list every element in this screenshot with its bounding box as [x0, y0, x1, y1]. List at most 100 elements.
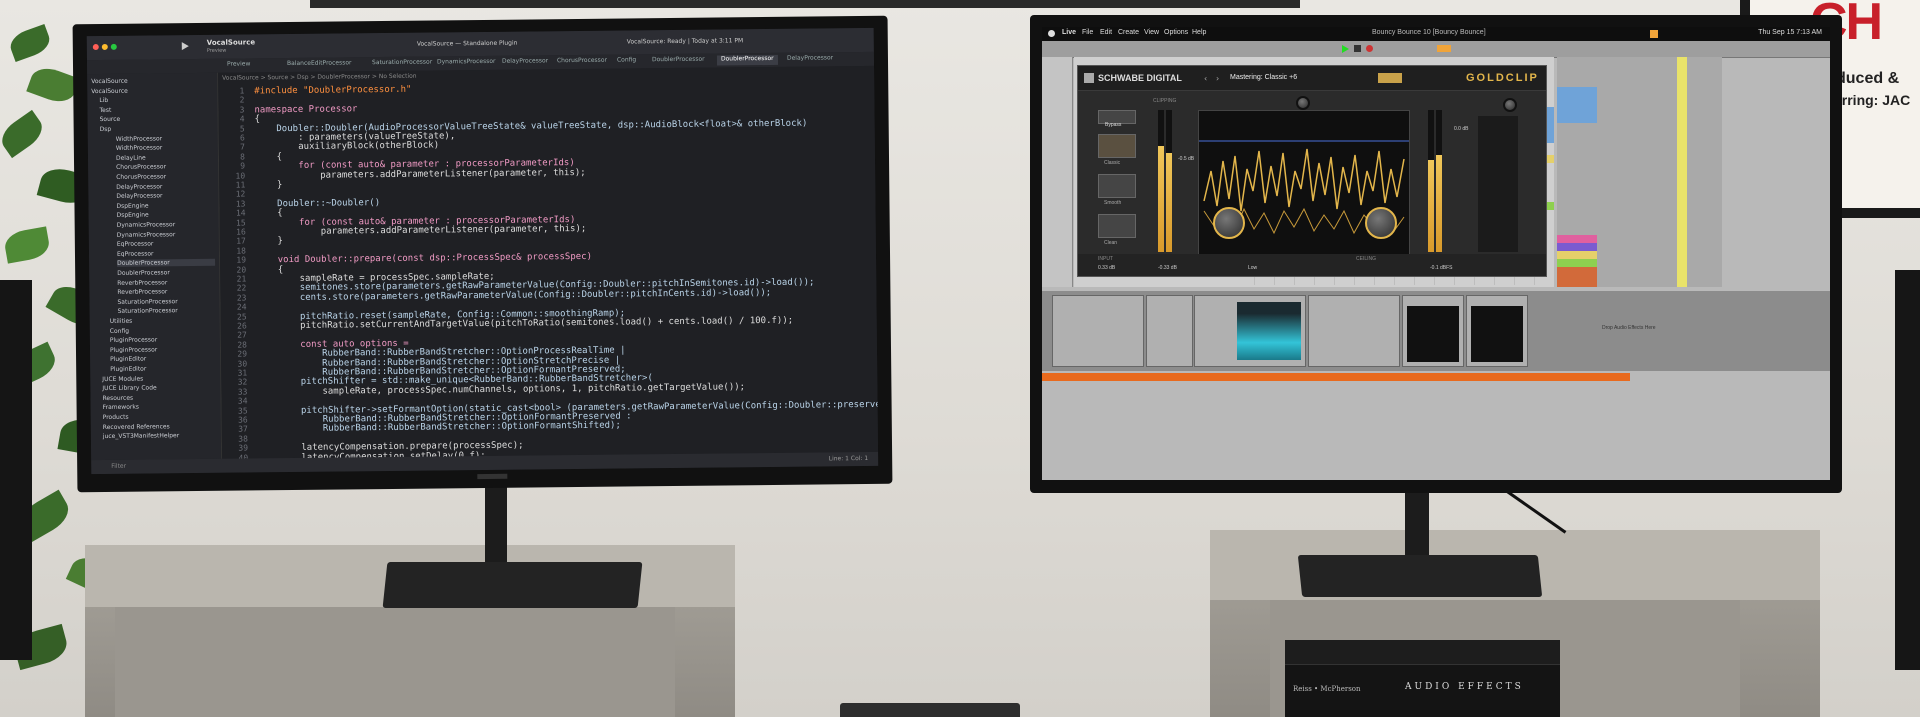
device-scope-1[interactable]: [1402, 295, 1464, 367]
stop-button[interactable]: [1354, 45, 1361, 52]
navigator-filter[interactable]: Filter: [111, 463, 126, 470]
navigator-item[interactable]: DelayLine: [116, 154, 214, 161]
breadcrumb[interactable]: VocalSource > Source > Dsp > DoublerProc…: [222, 73, 417, 82]
navigator-item[interactable]: Source: [100, 115, 214, 123]
ab-compare-toggle[interactable]: [1378, 73, 1402, 83]
navigator-item[interactable]: SaturationProcessor: [118, 307, 216, 316]
zoom-icon[interactable]: [110, 43, 117, 50]
tab-dynamics[interactable]: DynamicsProcessor: [437, 58, 496, 69]
minimize-icon[interactable]: [101, 43, 108, 50]
navigator-item[interactable]: Config: [110, 326, 216, 334]
menu-edit[interactable]: Edit: [1100, 29, 1112, 36]
menu-help[interactable]: Help: [1192, 29, 1206, 36]
tab-delay[interactable]: DelayProcessor: [502, 57, 548, 67]
navigator-item[interactable]: WidthProcessor: [116, 134, 214, 142]
attack-knob[interactable]: [1213, 207, 1245, 239]
navigator-item[interactable]: DynamicsProcessor: [117, 230, 215, 239]
navigator-item[interactable]: ReverbProcessor: [117, 288, 215, 296]
code-line[interactable]: #include "DoublerProcessor.h": [254, 85, 411, 97]
navigator-item[interactable]: JUCE Modules: [102, 374, 216, 382]
preset-next-icon[interactable]: ›: [1216, 74, 1219, 83]
code-line[interactable]: parameters.addParameterListener(paramete…: [255, 168, 586, 181]
navigator-item[interactable]: juce_VST3ManifestHelper: [103, 432, 217, 440]
record-button[interactable]: [1366, 45, 1373, 52]
navigator-item[interactable]: EqProcessor: [117, 250, 215, 257]
navigator-item[interactable]: PluginEditor: [110, 355, 216, 363]
device-eq[interactable]: [1308, 295, 1400, 367]
bypass-button[interactable]: Bypass: [1098, 110, 1136, 128]
navigator-item[interactable]: VocalSource: [91, 77, 213, 85]
menubar-clock[interactable]: Thu Sep 15 7:13 AM: [1758, 29, 1822, 36]
goldclip-plugin-window[interactable]: SCHWABE DIGITAL ‹ › Mastering: Classic +…: [1077, 65, 1547, 277]
device-chain[interactable]: Drop Audio Effects Here: [1042, 291, 1830, 371]
run-icon[interactable]: [181, 42, 189, 51]
navigator-item[interactable]: ChorusProcessor: [116, 173, 214, 181]
navigator-item[interactable]: DelayProcessor: [116, 192, 214, 200]
navigator-item[interactable]: ChorusProcessor: [116, 163, 214, 172]
code-line[interactable]: }: [255, 180, 283, 190]
navigator-item[interactable]: Test: [99, 106, 213, 114]
code-editor[interactable]: VocalSource > Source > Dsp > DoublerProc…: [218, 65, 878, 472]
code-line[interactable]: auxiliaryBlock(otherBlock): [255, 141, 439, 153]
release-knob[interactable]: [1365, 207, 1397, 239]
tab-delay-2[interactable]: DelayProcessor: [787, 54, 833, 64]
navigator-item[interactable]: DoublerProcessor: [117, 269, 215, 277]
session-track-list[interactable]: [1557, 57, 1722, 287]
mode-smooth-button[interactable]: [1098, 174, 1136, 198]
tab-doubler-active[interactable]: DoublerProcessor: [716, 54, 778, 66]
menu-file[interactable]: File: [1082, 29, 1093, 36]
navigator-item[interactable]: PluginEditor: [110, 365, 216, 373]
navigator-item[interactable]: DspEngine: [117, 211, 215, 219]
navigator-item[interactable]: PluginProcessor: [110, 336, 216, 344]
menu-view[interactable]: View: [1144, 29, 1159, 36]
navigator-item[interactable]: Frameworks: [103, 403, 217, 411]
navigator-item[interactable]: ReverbProcessor: [117, 278, 215, 287]
scheme-selector[interactable]: VocalSource — Standalone Plugin: [417, 40, 518, 48]
navigator-item[interactable]: DspEngine: [116, 202, 214, 209]
preset-name[interactable]: Mastering: Classic +6: [1230, 74, 1297, 81]
tab-config[interactable]: Config: [617, 56, 636, 66]
menubar-orange-icon[interactable]: [1650, 30, 1658, 38]
oversample-selector[interactable]: Low: [1248, 265, 1257, 271]
tab-balance[interactable]: BalanceEditProcessor: [287, 59, 352, 70]
navigator-item[interactable]: SaturationProcessor: [117, 298, 215, 306]
menu-live[interactable]: Live: [1062, 29, 1076, 36]
tab-chorus[interactable]: ChorusProcessor: [557, 57, 607, 68]
apple-icon[interactable]: [1048, 30, 1055, 37]
code-line[interactable]: }: [256, 236, 283, 246]
browser-panel[interactable]: [1042, 57, 1073, 287]
device-effect-rack[interactable]: [1052, 295, 1144, 367]
preset-prev-icon[interactable]: ‹: [1204, 74, 1207, 83]
navigator-item[interactable]: PluginProcessor: [110, 346, 216, 353]
menu-options[interactable]: Options: [1164, 29, 1188, 36]
navigator-item[interactable]: Recovered References: [103, 422, 217, 431]
navigator-item[interactable]: VocalSource: [91, 86, 213, 94]
code-line[interactable]: namespace Processor: [254, 104, 357, 115]
tab-preview[interactable]: Preview: [227, 60, 250, 70]
tab-doubler[interactable]: DoublerProcessor: [652, 56, 705, 67]
ceiling-knob[interactable]: [1503, 98, 1517, 112]
navigator-item[interactable]: Products: [103, 413, 217, 421]
device-scope-2[interactable]: [1466, 295, 1528, 367]
navigator-item[interactable]: DelayProcessor: [116, 182, 214, 190]
loop-toggle[interactable]: [1437, 45, 1451, 52]
device-spectrum[interactable]: [1194, 295, 1306, 367]
play-button[interactable]: [1342, 45, 1349, 53]
close-icon[interactable]: [92, 44, 99, 51]
navigator-item[interactable]: EqProcessor: [117, 240, 215, 248]
code-line[interactable]: void Doubler::prepare(const dsp::Process…: [256, 252, 592, 266]
tab-saturation[interactable]: SaturationProcessor: [372, 59, 432, 70]
device-utility[interactable]: [1146, 295, 1193, 367]
menu-create[interactable]: Create: [1118, 29, 1139, 36]
navigator-item[interactable]: Utilities: [110, 317, 216, 325]
top-center-knob[interactable]: [1296, 96, 1310, 110]
navigator-item[interactable]: Resources: [102, 394, 216, 401]
navigator-item[interactable]: WidthProcessor: [116, 144, 214, 152]
navigator-item[interactable]: Lib: [99, 96, 213, 104]
mode-classic-button[interactable]: [1098, 134, 1136, 158]
mode-clean-button[interactable]: [1098, 214, 1136, 238]
navigator-item[interactable]: DoublerProcessor: [117, 259, 216, 268]
navigator-item[interactable]: JUCE Library Code: [102, 384, 216, 393]
code-line[interactable]: parameters.addParameterListener(paramete…: [256, 224, 587, 237]
navigator-item[interactable]: Dsp: [100, 125, 214, 133]
